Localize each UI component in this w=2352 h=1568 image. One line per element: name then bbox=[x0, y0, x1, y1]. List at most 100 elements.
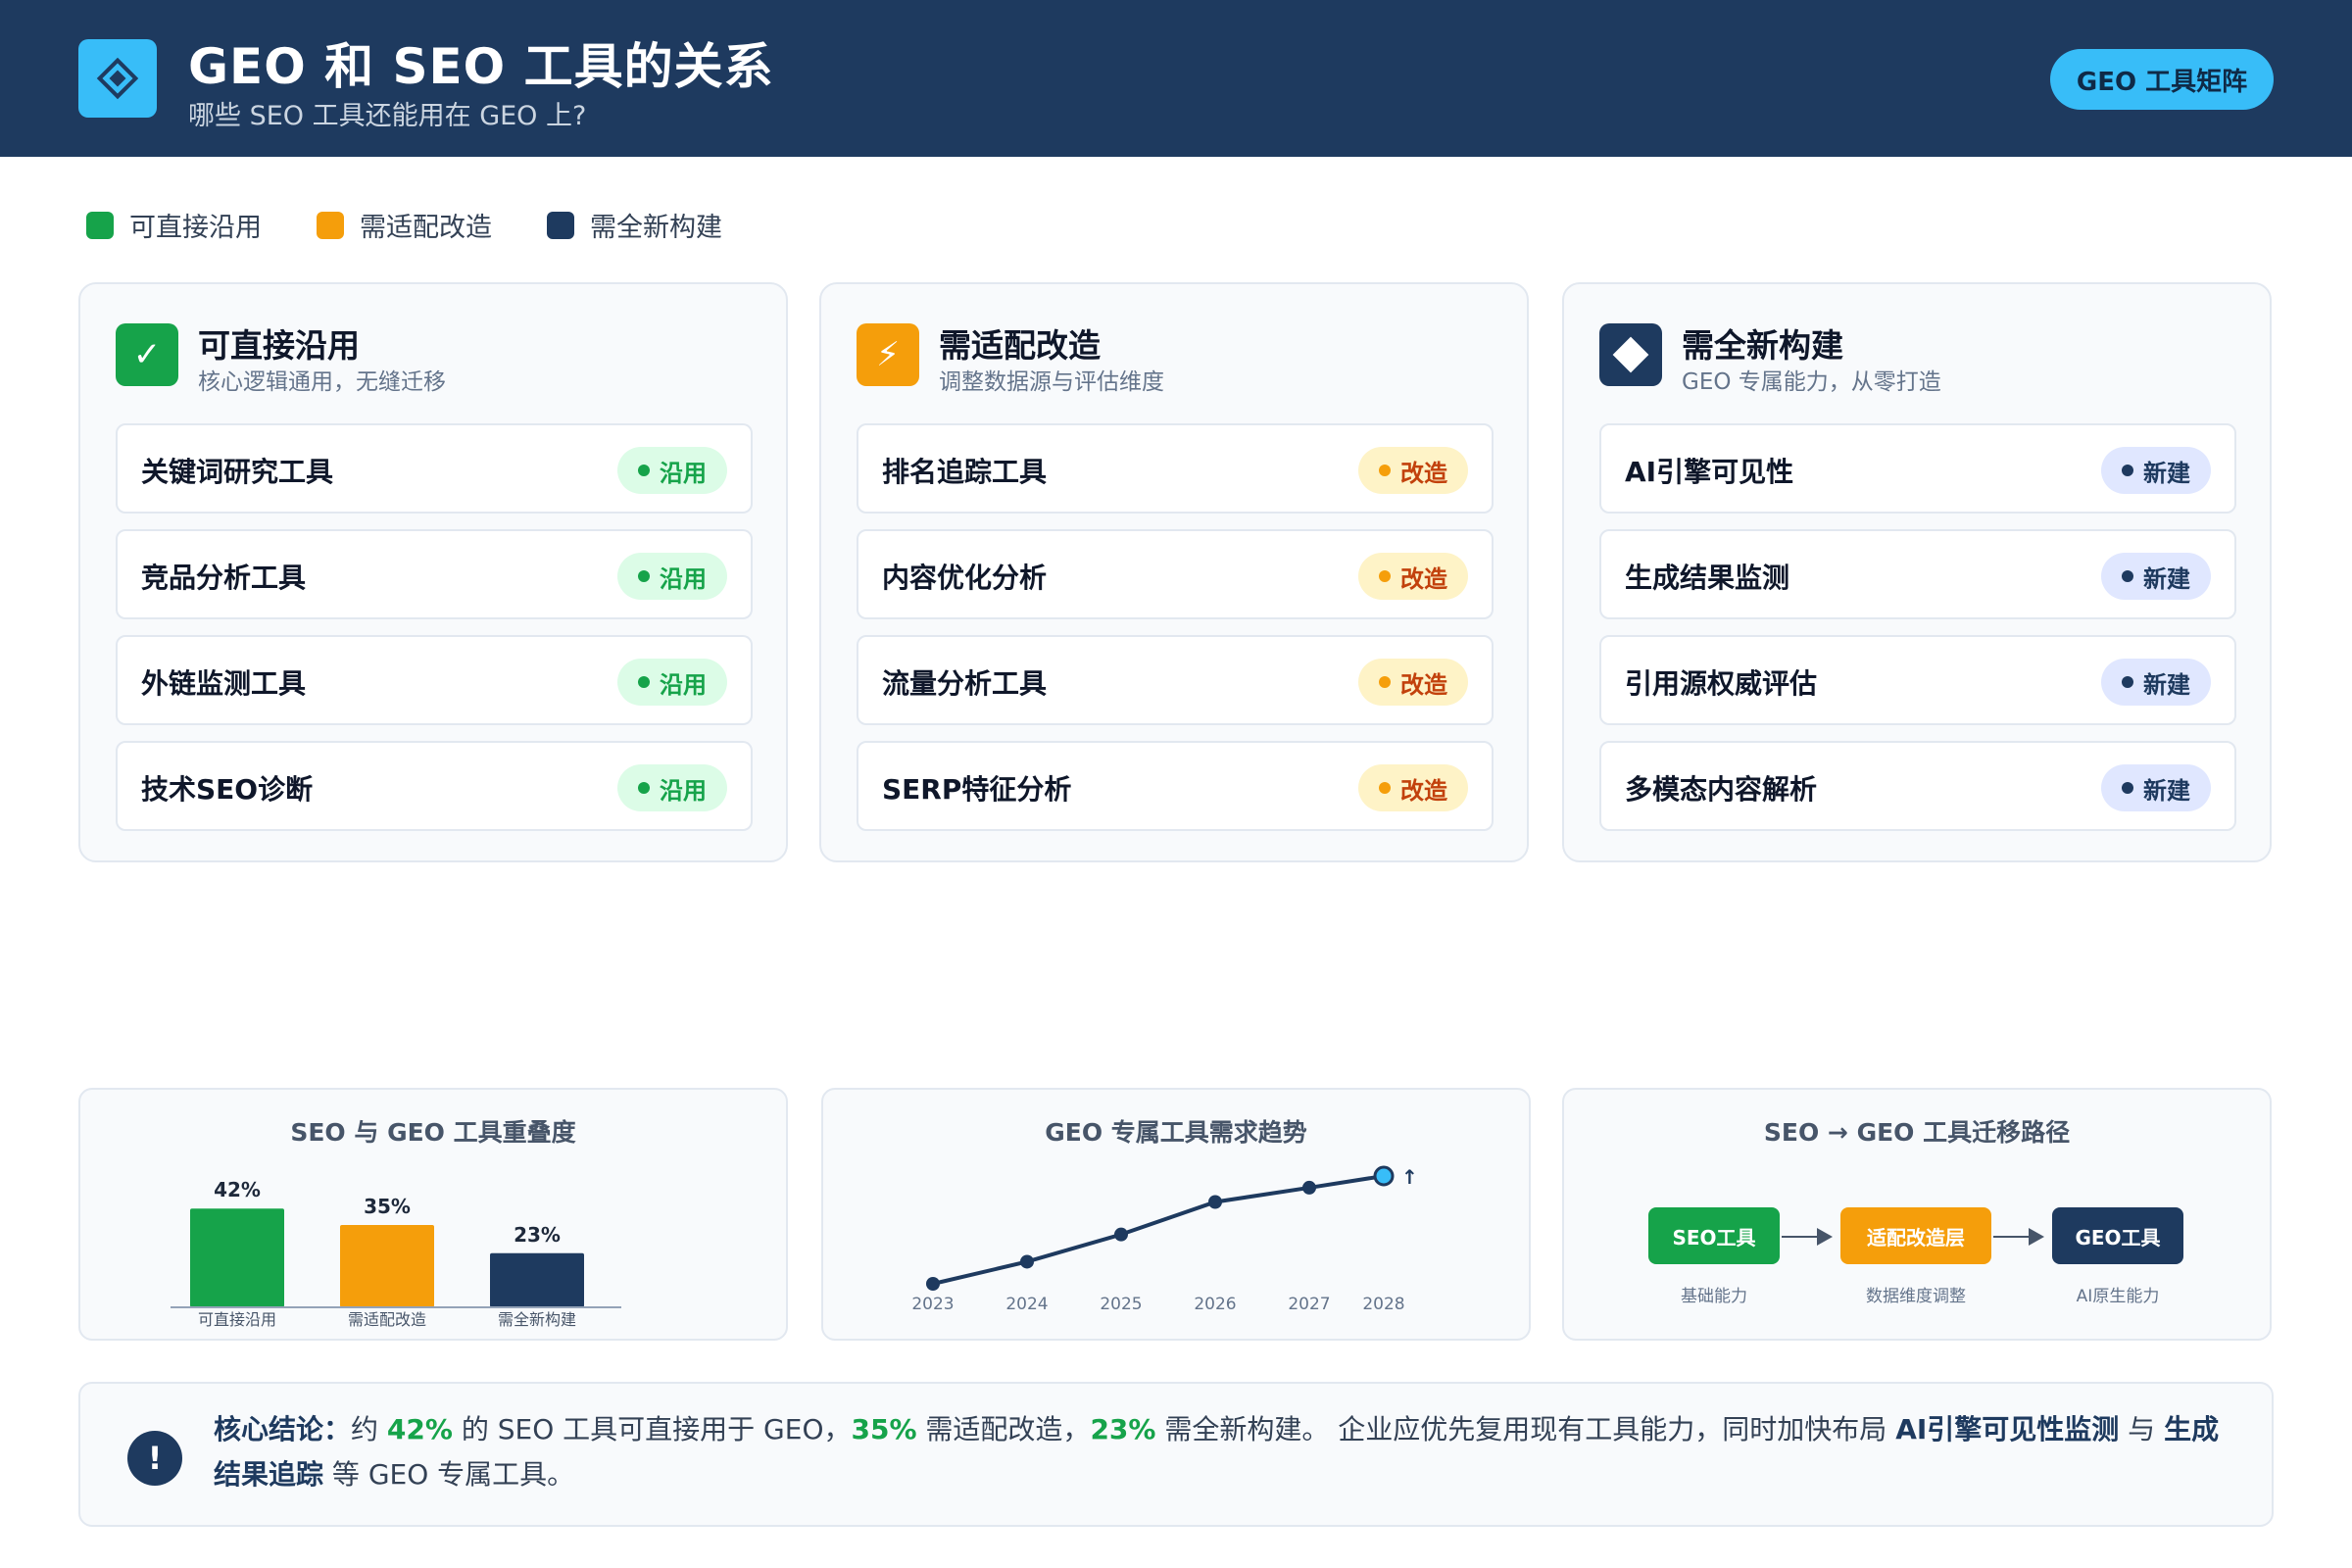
status-badge: 改造 bbox=[1358, 553, 1468, 600]
data-point bbox=[1302, 1180, 1316, 1195]
tool-row[interactable]: 引用源权威评估 新建 bbox=[1599, 635, 2236, 725]
bar bbox=[340, 1225, 434, 1307]
percent-reuse: 42% bbox=[386, 1413, 453, 1446]
conclusion-box: ! 核心结论：约 42% 的 SEO 工具可直接用于 GEO，35% 需适配改造… bbox=[78, 1382, 2274, 1527]
keyword-highlight: AI引擎可见性监测 bbox=[1895, 1413, 2120, 1446]
badge-label: 新建 bbox=[2143, 459, 2190, 487]
tool-row[interactable]: 外链监测工具 沿用 bbox=[116, 635, 753, 725]
conclusion-lead: 核心结论： bbox=[214, 1413, 352, 1446]
x-tick-label: 2028 bbox=[1362, 1295, 1404, 1314]
bar bbox=[490, 1252, 584, 1307]
conclusion-text: 核心结论：约 42% 的 SEO 工具可直接用于 GEO，35% 需适配改造，2… bbox=[214, 1407, 2223, 1497]
tool-row[interactable]: 竞品分析工具 沿用 bbox=[116, 529, 753, 619]
bar bbox=[190, 1208, 284, 1307]
trend-line bbox=[932, 1174, 1385, 1286]
percent-adapt: 35% bbox=[851, 1413, 917, 1446]
badge-dot-icon bbox=[1379, 570, 1391, 582]
category-label: 需全新构建 bbox=[498, 1310, 576, 1329]
badge-dot-icon bbox=[638, 782, 650, 794]
badge-dot-icon bbox=[1379, 676, 1391, 688]
tool-name: 多模态内容解析 bbox=[1625, 773, 1818, 806]
up-arrow-icon: ↑ bbox=[1401, 1165, 1418, 1189]
tool-row[interactable]: 技术SEO诊断 沿用 bbox=[116, 741, 753, 831]
text-span: 等 GEO 专属工具。 bbox=[323, 1458, 575, 1491]
status-badge: 改造 bbox=[1358, 764, 1468, 811]
legend-label: 需全新构建 bbox=[590, 213, 722, 243]
card-title: 可直接沿用 bbox=[198, 326, 360, 365]
x-tick-label: 2026 bbox=[1194, 1295, 1236, 1314]
tool-row[interactable]: 多模态内容解析 新建 bbox=[1599, 741, 2236, 831]
text-span: 的 SEO 工具可直接用于 GEO， bbox=[452, 1413, 852, 1446]
flow-step-geo: GEO工具 bbox=[2052, 1207, 2183, 1264]
tool-name: 关键词研究工具 bbox=[141, 456, 334, 488]
diamond-logo-icon bbox=[78, 39, 157, 118]
status-badge: 新建 bbox=[2101, 764, 2211, 811]
data-point bbox=[1373, 1165, 1395, 1187]
legend-item-build: 需全新构建 bbox=[547, 206, 722, 244]
legend-label: 需适配改造 bbox=[360, 213, 492, 243]
legend-label: 可直接沿用 bbox=[129, 213, 262, 243]
card-reuse: ✓ 可直接沿用 核心逻辑通用，无缝迁移 关键词研究工具 沿用 竞品分析工具 沿用… bbox=[78, 282, 788, 862]
flow-step-adapt: 适配改造层 bbox=[1840, 1207, 1991, 1264]
badge-dot-icon bbox=[2122, 782, 2133, 794]
check-icon: ✓ bbox=[116, 323, 178, 386]
status-badge: 沿用 bbox=[617, 553, 727, 600]
card-title: 需全新构建 bbox=[1682, 326, 1843, 365]
percent-build: 23% bbox=[1090, 1413, 1156, 1446]
badge-dot-icon bbox=[638, 676, 650, 688]
text-span: 需全新构建。 企业应优先复用现有工具能力，同时加快布局 bbox=[1155, 1413, 1896, 1446]
card-subtitle: 调整数据源与评估维度 bbox=[939, 369, 1164, 395]
text-span: 约 bbox=[351, 1413, 387, 1446]
badge-label: 沿用 bbox=[660, 670, 707, 699]
badge-dot-icon bbox=[2122, 465, 2133, 476]
badge-label: 新建 bbox=[2143, 776, 2190, 805]
tool-name: 引用源权威评估 bbox=[1625, 667, 1818, 700]
badge-dot-icon bbox=[2122, 676, 2133, 688]
card-adapt: ⚡ 需适配改造 调整数据源与评估维度 排名追踪工具 改造 内容优化分析 改造 流… bbox=[819, 282, 1529, 862]
badge-dot-icon bbox=[638, 465, 650, 476]
card-build: 需全新构建 GEO 专属能力，从零打造 AI引擎可见性 新建 生成结果监测 新建… bbox=[1562, 282, 2272, 862]
badge-label: 新建 bbox=[2143, 670, 2190, 699]
x-tick-label: 2025 bbox=[1100, 1295, 1142, 1314]
arrow-right-icon bbox=[1993, 1228, 2044, 1246]
badge-label: 改造 bbox=[1400, 459, 1447, 487]
tool-row[interactable]: 关键词研究工具 沿用 bbox=[116, 423, 753, 514]
badge-label: 沿用 bbox=[660, 776, 707, 805]
flow-step-seo: SEO工具 bbox=[1648, 1207, 1780, 1264]
card-title: 需适配改造 bbox=[939, 326, 1101, 365]
badge-label: 改造 bbox=[1400, 564, 1447, 593]
tool-name: 外链监测工具 bbox=[141, 667, 307, 700]
legend-item-adapt: 需适配改造 bbox=[317, 206, 492, 244]
badge-label: 新建 bbox=[2143, 564, 2190, 593]
tool-name: 生成结果监测 bbox=[1625, 562, 1790, 594]
status-badge: 新建 bbox=[2101, 659, 2211, 706]
lightning-icon: ⚡ bbox=[857, 323, 919, 386]
tool-name: 竞品分析工具 bbox=[141, 562, 307, 594]
tool-row[interactable]: AI引擎可见性 新建 bbox=[1599, 423, 2236, 514]
legend-swatch bbox=[317, 211, 344, 239]
badge-dot-icon bbox=[638, 570, 650, 582]
data-point bbox=[926, 1277, 940, 1291]
bar-value-label: 42% bbox=[214, 1178, 261, 1201]
status-badge: 新建 bbox=[2101, 553, 2211, 600]
tool-row[interactable]: SERP特征分析 改造 bbox=[857, 741, 1494, 831]
badge-dot-icon bbox=[1379, 465, 1391, 476]
trend-chart-panel: GEO 专属工具需求趋势 2023 2024 2025 2026 2027 2028 ↑ bbox=[821, 1088, 1531, 1341]
diamond-icon bbox=[1599, 323, 1662, 386]
badge-label: 改造 bbox=[1400, 670, 1447, 699]
bar-value-label: 35% bbox=[364, 1195, 411, 1218]
flow-caption: 基础能力 bbox=[1681, 1287, 1747, 1306]
tool-name: 排名追踪工具 bbox=[882, 456, 1048, 488]
text-span: 需适配改造， bbox=[916, 1413, 1091, 1446]
status-badge: 改造 bbox=[1358, 659, 1468, 706]
trend-line-chart: 2023 2024 2025 2026 2027 2028 ↑ bbox=[911, 1165, 1418, 1314]
tool-name: 技术SEO诊断 bbox=[141, 773, 314, 806]
tool-row[interactable]: 排名追踪工具 改造 bbox=[857, 423, 1494, 514]
exclamation-icon: ! bbox=[127, 1431, 182, 1486]
tool-row[interactable]: 流量分析工具 改造 bbox=[857, 635, 1494, 725]
page-subtitle: 哪些 SEO 工具还能用在 GEO 上? bbox=[188, 101, 587, 131]
tool-row[interactable]: 生成结果监测 新建 bbox=[1599, 529, 2236, 619]
chart-title: SEO → GEO 工具迁移路径 bbox=[1763, 1118, 2071, 1147]
geo-tool-matrix-button[interactable]: GEO 工具矩阵 bbox=[2050, 49, 2274, 110]
tool-row[interactable]: 内容优化分析 改造 bbox=[857, 529, 1494, 619]
